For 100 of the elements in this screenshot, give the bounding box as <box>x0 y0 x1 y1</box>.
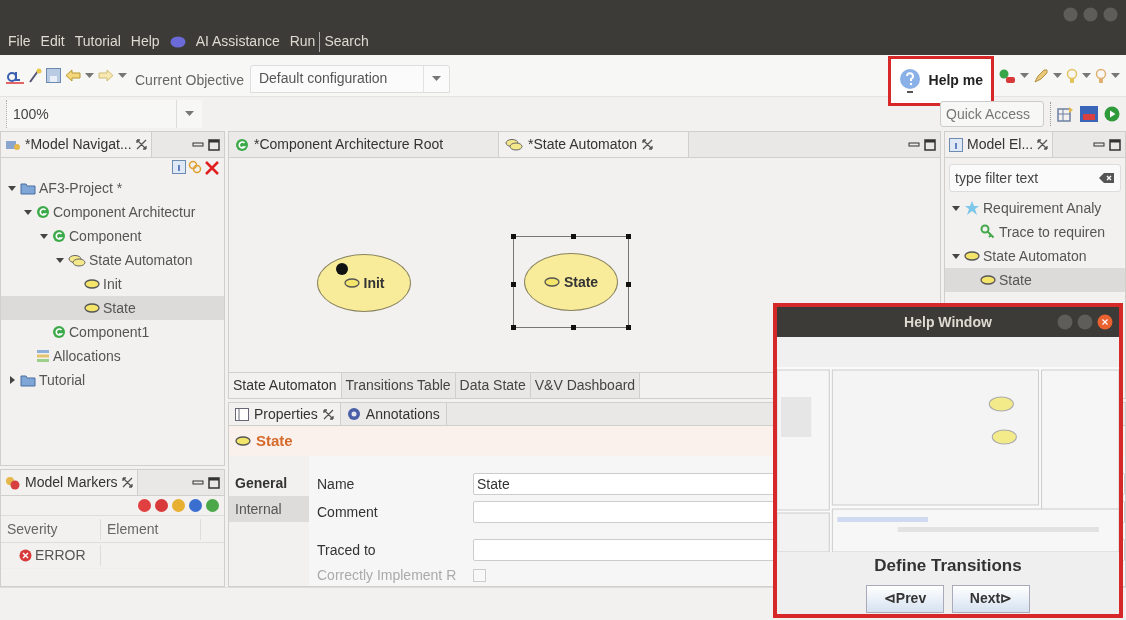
caret-icon[interactable] <box>118 72 127 79</box>
caret-icon[interactable] <box>1082 72 1091 79</box>
nav-button[interactable]: ⊲Prev <box>866 584 944 613</box>
state-node[interactable]: State <box>524 253 618 311</box>
caret-icon[interactable] <box>185 111 194 117</box>
run-config-icon[interactable] <box>998 67 1016 84</box>
expand-toggle[interactable] <box>23 207 33 217</box>
tree-label: Tutorial <box>39 370 86 390</box>
tree-label: State Automaton <box>983 246 1087 266</box>
tree-item[interactable]: Component1 <box>1 320 224 344</box>
column-header: Element <box>101 518 201 540</box>
tree-item[interactable]: Trace to requiren <box>945 220 1125 244</box>
help-me-button[interactable]: Help me <box>887 55 994 106</box>
caret-icon[interactable] <box>431 75 441 82</box>
clear-icon[interactable] <box>1099 172 1115 184</box>
resize-handle[interactable] <box>511 234 516 239</box>
tree-item[interactable]: Tutorial <box>1 368 224 392</box>
expand-toggle[interactable] <box>7 375 17 385</box>
back-arrow-icon[interactable] <box>65 69 81 82</box>
tree-label: Component Architectur <box>53 202 196 222</box>
close-icon[interactable] <box>1037 139 1049 150</box>
state-icon <box>980 275 996 285</box>
tree-label: Trace to requiren <box>999 222 1106 242</box>
folder-icon <box>20 373 36 387</box>
nav-button[interactable]: Next⊳ <box>952 584 1030 613</box>
tree-label: Requirement Analy <box>983 198 1102 218</box>
close-icon[interactable] <box>641 139 653 150</box>
resize-handle[interactable] <box>626 325 631 330</box>
table-cell-text: ERROR <box>35 546 86 565</box>
menu-item[interactable]: Edit <box>40 31 65 52</box>
expand-toggle[interactable] <box>39 231 49 241</box>
expand-toggle[interactable] <box>55 255 65 265</box>
step-title: Define Transitions <box>874 555 1022 578</box>
properties-tab[interactable]: Properties <box>229 403 341 426</box>
markers-icon <box>5 475 21 490</box>
automaton-icon <box>68 253 86 267</box>
help-icon <box>898 67 921 94</box>
model-elements-tab[interactable]: Model El... <box>945 132 1054 157</box>
tree-label: AF3-Project * <box>39 178 123 198</box>
resize-handle[interactable] <box>626 282 631 287</box>
markers-tab[interactable]: Model Markers <box>1 470 138 495</box>
pencil-icon[interactable] <box>28 67 42 84</box>
tree-item[interactable]: State Automaton <box>1 248 224 272</box>
zoom-dropdown[interactable]: 100% <box>6 100 202 128</box>
close-icon[interactable] <box>121 477 133 488</box>
maximize-icon[interactable] <box>1109 138 1121 151</box>
resize-handle[interactable] <box>626 234 631 239</box>
caret-icon[interactable] <box>1053 72 1062 79</box>
save-icon[interactable] <box>46 68 61 83</box>
maximize-icon[interactable] <box>208 476 220 489</box>
menu-item[interactable]: Tutorial <box>74 31 121 52</box>
tree-label: State <box>999 270 1032 290</box>
editor-tab[interactable]: *State Automaton <box>499 132 689 157</box>
view-tab[interactable]: Transitions Table <box>341 373 456 398</box>
tree-item[interactable]: State <box>945 268 1125 292</box>
state-icon <box>235 436 251 446</box>
tree-item[interactable]: AF3-Project * <box>1 176 224 200</box>
objective-label: Current Objective <box>135 71 244 90</box>
objective-dropdown[interactable]: Default configuration <box>249 64 450 93</box>
tree-label: Component <box>69 226 142 246</box>
resize-handle[interactable] <box>511 325 516 330</box>
close-icon[interactable] <box>322 408 334 420</box>
automaton-icon <box>505 138 523 151</box>
caret-icon[interactable] <box>1111 72 1120 79</box>
tree-item[interactable]: Component <box>1 224 224 248</box>
tree-label: State <box>103 298 136 318</box>
maximize-icon[interactable] <box>208 138 220 151</box>
delete-icon[interactable] <box>204 160 220 176</box>
menu-item[interactable]: File <box>8 31 31 52</box>
tree-item[interactable]: State Automaton <box>945 244 1125 268</box>
close-icon[interactable] <box>135 139 147 150</box>
caret-icon[interactable] <box>1020 72 1029 79</box>
caret-icon[interactable] <box>85 72 94 79</box>
menu-item[interactable]: Search <box>324 31 369 52</box>
quick-access-field[interactable]: Quick Access <box>940 101 1044 127</box>
tree-item[interactable]: Requirement Analy <box>945 196 1125 220</box>
resize-handle[interactable] <box>511 282 516 287</box>
play-icon[interactable] <box>1104 106 1120 122</box>
view-tab[interactable]: Data State <box>455 373 531 398</box>
filter-field[interactable]: type filter text <box>949 164 1121 192</box>
resize-handle[interactable] <box>571 234 576 239</box>
view-tab[interactable]: V&V Dashboard <box>530 373 641 398</box>
expand-toggle[interactable] <box>7 183 17 193</box>
expand-toggle[interactable] <box>951 203 961 213</box>
state-node[interactable]: Init <box>317 254 411 312</box>
tree-item[interactable]: Component Architectur <box>1 200 224 224</box>
menu-item[interactable]: Run <box>289 31 316 52</box>
menu-item[interactable]: AI Assistance <box>195 31 280 52</box>
section-tab[interactable]: Internal <box>229 496 309 522</box>
tree-item[interactable]: Allocations <box>1 344 224 368</box>
maximize-icon[interactable] <box>924 138 936 151</box>
close-icon[interactable] <box>1097 314 1113 330</box>
navigator-tab[interactable]: *Model Navigat... <box>1 132 152 157</box>
expand-toggle[interactable] <box>951 251 961 261</box>
tree-item[interactable]: Init <box>1 272 224 296</box>
column-header: Severity <box>1 518 101 540</box>
perspective-icon[interactable] <box>1057 106 1074 122</box>
menu-item[interactable]: Help <box>130 31 160 52</box>
tree-item[interactable]: State <box>1 296 224 320</box>
resize-handle[interactable] <box>571 325 576 330</box>
